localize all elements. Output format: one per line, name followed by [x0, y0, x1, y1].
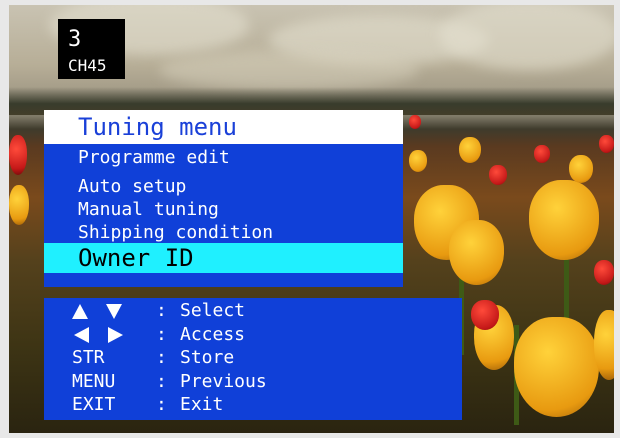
- menu-item-owner-id-selected[interactable]: Owner ID: [44, 243, 403, 273]
- arrow-up-icon: [72, 304, 88, 319]
- help-desc-store: Store: [180, 347, 235, 368]
- menu-item-manual-tuning[interactable]: Manual tuning: [44, 200, 403, 220]
- channel-indicator: 3 CH45: [58, 19, 125, 79]
- arrow-right-icon: [108, 327, 123, 343]
- help-desc-access: Access: [180, 324, 246, 345]
- help-row-store: STR : Store: [72, 347, 235, 368]
- menu-item-auto-setup[interactable]: Auto setup: [44, 177, 403, 197]
- help-desc-select: Select: [180, 300, 246, 321]
- menu-item-shipping-condition[interactable]: Shipping condition: [44, 223, 403, 243]
- channel-name: CH45: [68, 56, 107, 75]
- channel-number: 3: [68, 27, 82, 52]
- help-key-exit: EXIT: [72, 394, 116, 415]
- tv-screen: 3 CH45 Tuning menu Programme edit Auto s…: [0, 0, 620, 438]
- arrow-left-icon: [74, 327, 89, 343]
- help-key-menu: MENU: [72, 371, 116, 392]
- key-help-panel: : Select : Access STR : Store MENU : Pre…: [44, 298, 462, 420]
- help-desc-previous: Previous: [180, 371, 267, 392]
- menu-title: Tuning menu: [44, 110, 403, 144]
- arrow-down-icon: [106, 304, 122, 319]
- tuning-menu: Tuning menu Programme edit Auto setup Ma…: [44, 110, 403, 287]
- menu-item-programme-edit[interactable]: Programme edit: [44, 148, 403, 168]
- help-row-exit: EXIT : Exit: [72, 394, 224, 415]
- help-row-previous: MENU : Previous: [72, 371, 267, 392]
- help-desc-exit: Exit: [180, 394, 224, 415]
- help-key-str: STR: [72, 347, 105, 368]
- help-row-access: : Access: [44, 323, 462, 346]
- help-row-select: : Select: [44, 299, 462, 322]
